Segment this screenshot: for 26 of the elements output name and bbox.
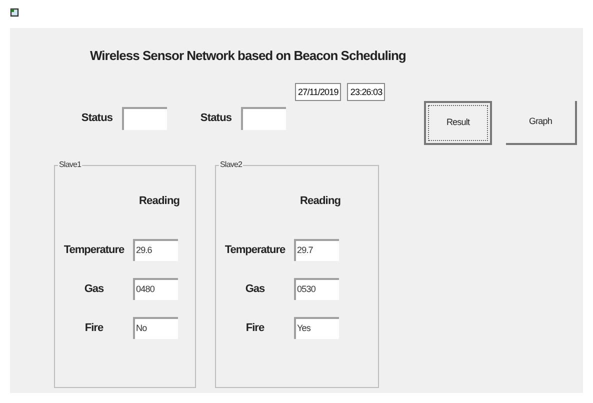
status-label: Status (199, 111, 233, 126)
field-label: Fire (244, 320, 266, 336)
field-label: Gas (244, 282, 266, 297)
group-title: Slave2 (219, 160, 244, 170)
status-field[interactable] (241, 107, 286, 130)
reading-field[interactable]: 0530 (294, 278, 339, 300)
button[interactable]: Result (424, 101, 492, 145)
reading-field[interactable]: 29.7 (294, 239, 339, 261)
reading-field[interactable]: No (133, 317, 178, 339)
date-field[interactable]: 27/11/2019 (295, 83, 342, 101)
field-label: Fire (84, 320, 104, 336)
app-icon (10, 8, 19, 17)
field-label: Temperature (224, 242, 286, 258)
reading-field[interactable]: 0480 (133, 278, 178, 300)
status-label: Status (80, 111, 114, 126)
reading-field[interactable]: Yes (294, 317, 339, 339)
status-field[interactable] (122, 107, 167, 130)
button[interactable]: Graph (506, 101, 577, 145)
field-label: Gas (83, 282, 105, 297)
time-field[interactable]: 23:26:03 (347, 83, 386, 101)
group-title: Slave1 (58, 160, 82, 170)
column-heading: Reading (300, 194, 341, 209)
field-label: Temperature (62, 242, 126, 258)
form-title: Wireless Sensor Network based on Beacon Scheduling (90, 48, 406, 63)
column-heading: Reading (139, 194, 180, 209)
reading-field[interactable]: 29.6 (133, 239, 178, 261)
